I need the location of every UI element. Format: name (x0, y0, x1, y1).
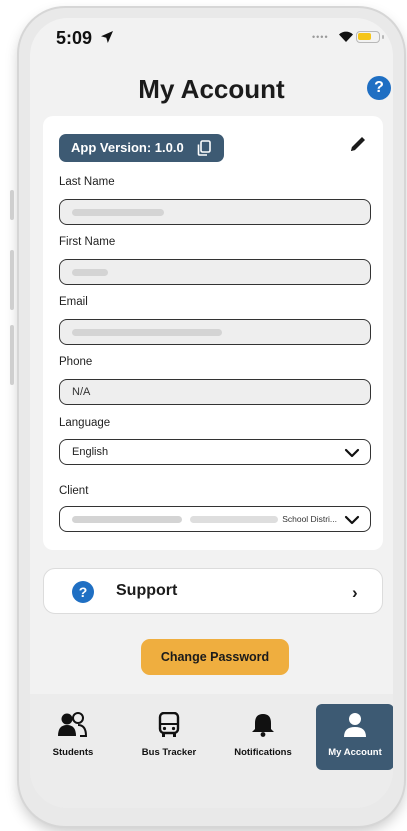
signal-dots-icon: •••• (312, 32, 329, 42)
first-name-label: First Name (59, 236, 116, 248)
phone-value: N/A (72, 386, 91, 398)
chevron-down-icon (344, 515, 360, 525)
language-label: Language (59, 417, 111, 429)
location-arrow-icon (101, 31, 113, 43)
tab-bus-tracker[interactable]: Bus Tracker (130, 704, 208, 770)
tab-notifications[interactable]: Notifications (224, 704, 302, 770)
email-field[interactable] (59, 319, 371, 345)
bus-icon (158, 712, 180, 737)
client-select[interactable]: School Distri... (59, 506, 371, 532)
tab-notifications-label: Notifications (234, 747, 292, 758)
app-version-badge[interactable]: App Version: 1.0.0 (59, 134, 224, 162)
tab-bus-tracker-label: Bus Tracker (141, 747, 197, 758)
bottom-tab-bar: Students Bus Tracker Notifications My Ac… (30, 694, 393, 808)
chevron-right-icon: › (352, 583, 358, 602)
app-screen: 5:09 •••• My Account ? App Version: 1.0.… (30, 18, 393, 808)
edit-pencil-icon[interactable] (348, 134, 368, 154)
page-title: My Account (138, 74, 285, 104)
language-value: English (72, 446, 109, 458)
question-circle-icon: ? (72, 581, 94, 603)
wifi-icon (339, 31, 353, 42)
redacted-text (72, 516, 182, 523)
last-name-label: Last Name (59, 176, 115, 188)
first-name-field[interactable] (59, 259, 371, 285)
support-label: Support (116, 582, 178, 599)
phone-field[interactable]: N/A (59, 379, 371, 405)
last-name-field[interactable] (59, 199, 371, 225)
side-button (10, 250, 14, 310)
side-button (10, 190, 14, 220)
side-button (10, 325, 14, 385)
tab-students[interactable]: Students (34, 704, 112, 770)
language-select[interactable]: English (59, 439, 371, 465)
redacted-text (72, 329, 222, 336)
battery-icon (356, 31, 384, 43)
tab-students-label: Students (52, 747, 94, 758)
help-button[interactable]: ? (367, 76, 391, 100)
client-label: Client (59, 485, 89, 497)
change-password-button[interactable]: Change Password (141, 639, 289, 675)
account-card: App Version: 1.0.0 Last Name First Name … (43, 116, 383, 550)
copy-icon[interactable] (197, 140, 211, 156)
status-time: 5:09 (56, 28, 93, 48)
phone-label: Phone (59, 356, 93, 368)
tab-my-account[interactable]: My Account (316, 704, 393, 770)
redacted-text (72, 269, 108, 276)
bell-icon (252, 714, 274, 737)
redacted-text (72, 209, 164, 216)
email-label: Email (59, 296, 88, 308)
chevron-down-icon (344, 448, 360, 458)
support-row[interactable]: ? Support › (43, 568, 383, 614)
students-icon (58, 712, 88, 737)
person-icon (344, 713, 366, 737)
client-value-suffix: School Distri... (282, 514, 337, 524)
tab-my-account-label: My Account (328, 747, 382, 758)
redacted-text (190, 516, 278, 523)
app-version-label: App Version: 1.0.0 (71, 140, 184, 155)
